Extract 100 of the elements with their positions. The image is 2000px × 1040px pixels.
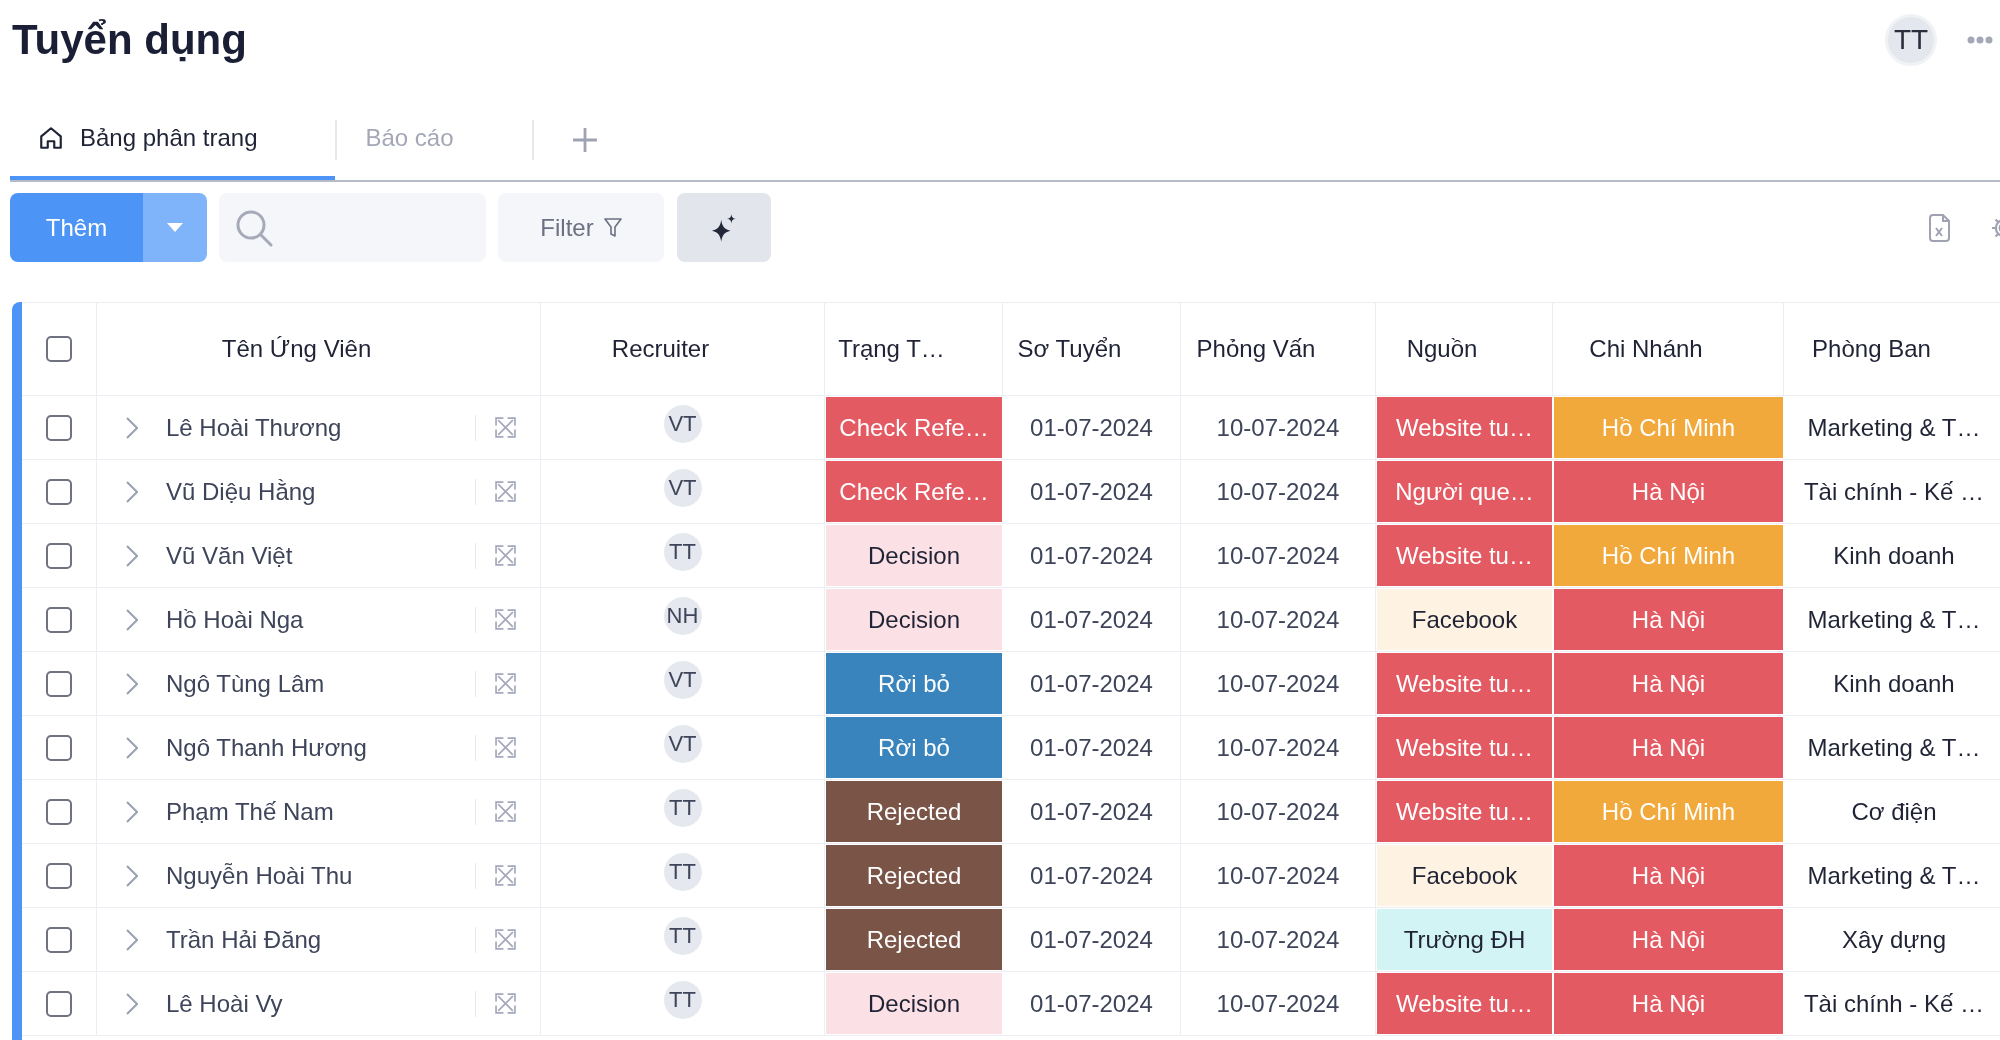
home-icon: [38, 125, 64, 151]
candidate-name: Vũ Văn Việt: [166, 540, 294, 571]
date-cell: 10-07-2024: [1181, 716, 1376, 780]
branch-tag: Hà Nội: [1554, 909, 1783, 970]
expand-arrows-icon[interactable]: [495, 545, 516, 566]
checkbox[interactable]: [46, 336, 72, 362]
candidate-name: Ngô Thanh Hương: [166, 732, 368, 763]
date-cell: 01-07-2024: [1003, 716, 1181, 780]
dropdown-button[interactable]: [143, 193, 207, 262]
expand-arrows-icon[interactable]: [495, 929, 516, 950]
column-header[interactable]: Sơ Tuyển: [1003, 303, 1181, 396]
expand-arrows-icon[interactable]: [495, 993, 516, 1014]
filter-button[interactable]: Filter: [498, 193, 664, 262]
candidate-name: Trần Hải Đăng: [166, 924, 323, 955]
status-tag: Check Refe…: [826, 397, 1002, 458]
checkbox[interactable]: [46, 606, 72, 633]
checkbox[interactable]: [46, 414, 72, 441]
chevron-icon[interactable]: [126, 672, 138, 695]
recruiter-avatar: TT: [663, 980, 702, 1019]
chevron-icon[interactable]: [126, 864, 138, 887]
column-header[interactable]: Trạng T…: [825, 303, 1003, 396]
expand-arrows-icon[interactable]: [495, 737, 516, 758]
column-header[interactable]: Phỏng Vấn: [1181, 303, 1376, 396]
chevron-icon[interactable]: [126, 736, 138, 759]
column-header[interactable]: Nguồn: [1376, 303, 1553, 396]
more-icon[interactable]: [1967, 36, 1993, 44]
department-cell: Kinh doanh: [1784, 652, 2000, 716]
checkbox[interactable]: [46, 734, 72, 761]
expand-arrows-icon[interactable]: [495, 481, 516, 502]
column-header[interactable]: Recruiter: [541, 303, 825, 396]
expand-arrows-icon[interactable]: [495, 609, 516, 630]
source-tag: Website tu…: [1377, 717, 1552, 778]
date-cell: 10-07-2024: [1181, 780, 1376, 844]
sparkle-button[interactable]: [677, 193, 771, 262]
search-field[interactable]: [219, 193, 486, 262]
department-cell: Marketing & T…: [1784, 588, 2000, 652]
expand-arrows-icon[interactable]: [495, 417, 516, 438]
department-cell: Tài chính - Kế …: [1784, 460, 2000, 524]
department-cell: Marketing & T…: [1784, 844, 2000, 908]
candidate-name: Hồ Hoài Nga: [166, 604, 305, 635]
date-cell: 01-07-2024: [1003, 844, 1181, 908]
department-cell: Tài chính - Kế …: [1784, 972, 2000, 1036]
date-cell: 01-07-2024: [1003, 908, 1181, 972]
checkbox[interactable]: [46, 926, 72, 953]
candidate-name: Ngô Tùng Lâm: [166, 668, 326, 699]
column-header[interactable]: Phòng Ban: [1784, 303, 2000, 396]
status-tag: Check Refe…: [826, 461, 1002, 522]
chevron-icon[interactable]: [126, 480, 138, 503]
expand-arrows-icon[interactable]: [495, 801, 516, 822]
checkbox[interactable]: [46, 542, 72, 569]
source-tag: Facebook: [1377, 589, 1552, 650]
source-tag: Website tu…: [1377, 973, 1552, 1034]
expand-arrows-icon[interactable]: [495, 865, 516, 886]
department-cell: Kinh doanh: [1784, 524, 2000, 588]
recruiter-avatar: VT: [663, 724, 702, 763]
recruiter-avatar: TT: [663, 852, 702, 891]
chevron-icon[interactable]: [126, 992, 138, 1015]
source-tag: Website tu…: [1377, 781, 1552, 842]
date-cell: 01-07-2024: [1003, 652, 1181, 716]
tab[interactable]: Bảng phân trang: [10, 100, 336, 180]
date-cell: 01-07-2024: [1003, 396, 1181, 460]
chevron-icon[interactable]: [126, 608, 138, 631]
department-cell: Marketing & T…: [1784, 396, 2000, 460]
file-x-icon[interactable]: [1928, 213, 1950, 242]
column-header[interactable]: Chi Nhánh: [1553, 303, 1784, 396]
chevron-icon[interactable]: [126, 416, 138, 439]
page-title: Tuyển dụng: [12, 15, 247, 65]
branch-tag: Hồ Chí Minh: [1554, 397, 1783, 458]
recruiter-avatar: VT: [663, 404, 702, 443]
status-tag: Rejected: [826, 781, 1002, 842]
chevron-icon[interactable]: [126, 928, 138, 951]
checkbox[interactable]: [46, 670, 72, 697]
candidate-name: Nguyễn Hoài Thu: [166, 860, 354, 891]
status-tag: Decision: [826, 589, 1002, 650]
recruiter-avatar: TT: [663, 532, 702, 571]
checkbox[interactable]: [46, 990, 72, 1017]
date-cell: 10-07-2024: [1181, 972, 1376, 1036]
date-cell: 10-07-2024: [1181, 588, 1376, 652]
date-cell: 10-07-2024: [1181, 396, 1376, 460]
branch-tag: Hồ Chí Minh: [1554, 781, 1783, 842]
branch-tag: Hà Nội: [1554, 461, 1783, 522]
user-avatar[interactable]: TT: [1885, 14, 1937, 66]
checkbox[interactable]: [46, 798, 72, 825]
date-cell: 10-07-2024: [1181, 460, 1376, 524]
chevron-icon[interactable]: [126, 800, 138, 823]
source-tag: Facebook: [1377, 845, 1552, 906]
candidate-name: Phạm Thế Nam: [166, 796, 335, 827]
date-cell: 01-07-2024: [1003, 460, 1181, 524]
expand-arrows-icon[interactable]: [495, 673, 516, 694]
caret-icon: [167, 223, 183, 232]
chevron-icon[interactable]: [126, 544, 138, 567]
source-tag: Website tu…: [1377, 397, 1552, 458]
checkbox[interactable]: [46, 862, 72, 889]
source-tag: Người que…: [1377, 461, 1552, 522]
branch-tag: Hà Nội: [1554, 845, 1783, 906]
checkbox[interactable]: [46, 478, 72, 505]
date-cell: 10-07-2024: [1181, 652, 1376, 716]
column-header[interactable]: Tên Ứng Viên: [97, 303, 541, 396]
date-cell: 01-07-2024: [1003, 588, 1181, 652]
add-tab-button[interactable]: [571, 127, 598, 153]
